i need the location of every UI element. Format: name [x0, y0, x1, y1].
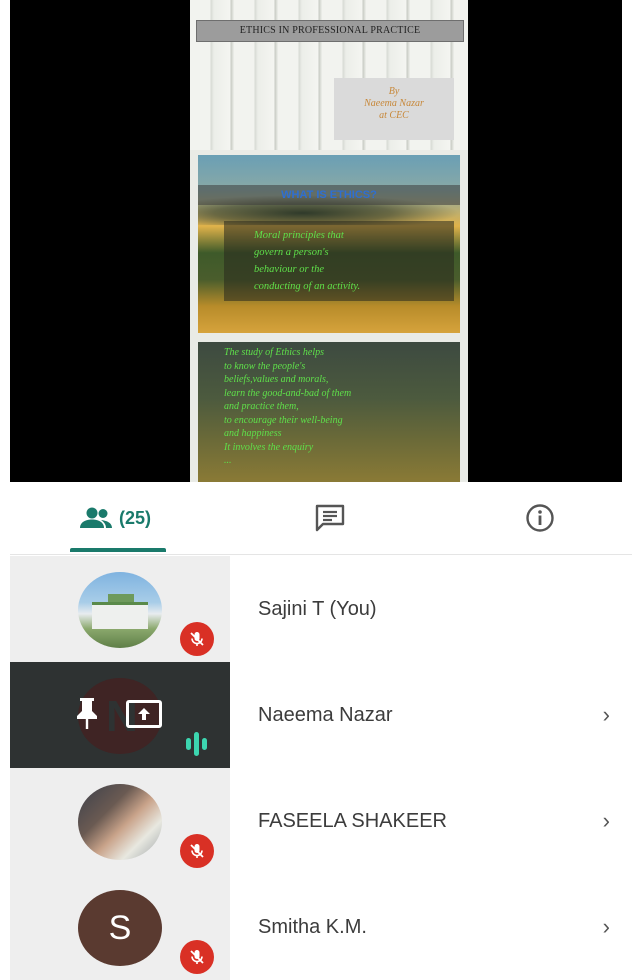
mic-off-icon	[180, 834, 214, 868]
participant-avatar-cell: N	[10, 662, 230, 768]
active-tab-indicator	[70, 548, 166, 552]
pin-icon[interactable]	[72, 696, 102, 735]
avatar: S	[78, 890, 162, 966]
avatar	[78, 784, 162, 860]
slide-card-study-of-ethics: The study of Ethics helps to know the pe…	[198, 342, 460, 482]
participant-avatar-cell	[10, 768, 230, 874]
participant-name: Smitha K.M.	[258, 916, 367, 938]
slide-title: ETHICS IN PROFESSIONAL PRACTICE	[196, 20, 464, 42]
slide-card-body: Moral principles that govern a person's …	[224, 221, 454, 301]
presenting-icon	[126, 700, 162, 728]
presentation-stage[interactable]: ETHICS IN PROFESSIONAL PRACTICE By Naeem…	[10, 0, 622, 482]
participant-name-cell: Sajini T (You)	[230, 556, 632, 662]
chevron-right-icon[interactable]: ›	[603, 662, 610, 768]
chevron-right-icon[interactable]: ›	[603, 768, 610, 874]
participant-name-cell: FASEELA SHAKEER ›	[230, 768, 632, 874]
tab-chat[interactable]	[300, 482, 360, 554]
tab-people[interactable]: (25)	[60, 482, 170, 554]
mic-off-icon	[180, 622, 214, 656]
participant-name: Naeema Nazar	[258, 704, 393, 726]
participant-row[interactable]: S Smitha K.M. ›	[10, 874, 632, 980]
participant-name-cell: Naeema Nazar ›	[230, 662, 632, 768]
speaking-indicator-icon	[186, 732, 207, 756]
slide-card-heading: WHAT IS ETHICS?	[198, 185, 460, 205]
slide-byline: By Naeema Nazar at CEC	[334, 78, 454, 140]
slide-card-what-is-ethics: WHAT IS ETHICS? Moral principles that go…	[198, 155, 460, 333]
participant-row[interactable]: Sajini T (You)	[10, 556, 632, 662]
participant-row[interactable]: FASEELA SHAKEER ›	[10, 768, 632, 874]
chevron-right-icon[interactable]: ›	[603, 874, 610, 980]
info-icon	[526, 504, 554, 532]
panel-tabs: (25)	[10, 482, 632, 555]
participant-name-cell: Smitha K.M. ›	[230, 874, 632, 980]
participant-name: FASEELA SHAKEER	[258, 810, 447, 832]
participant-count: (25)	[118, 507, 151, 528]
participant-avatar-cell: S	[10, 874, 230, 980]
mic-off-icon	[180, 940, 214, 974]
presentation-slide: ETHICS IN PROFESSIONAL PRACTICE By Naeem…	[190, 0, 468, 482]
tab-info[interactable]	[510, 482, 570, 554]
slide-card-body-2: The study of Ethics helps to know the pe…	[224, 347, 352, 466]
participant-name: Sajini T (You)	[258, 598, 377, 620]
chat-icon	[315, 504, 345, 532]
people-icon	[79, 507, 112, 528]
participant-list[interactable]: Sajini T (You) N Naeema Nazar › FASEELA …	[10, 556, 632, 980]
avatar	[78, 572, 162, 648]
participant-avatar-cell	[10, 556, 230, 662]
participant-row[interactable]: N Naeema Nazar ›	[10, 662, 632, 768]
